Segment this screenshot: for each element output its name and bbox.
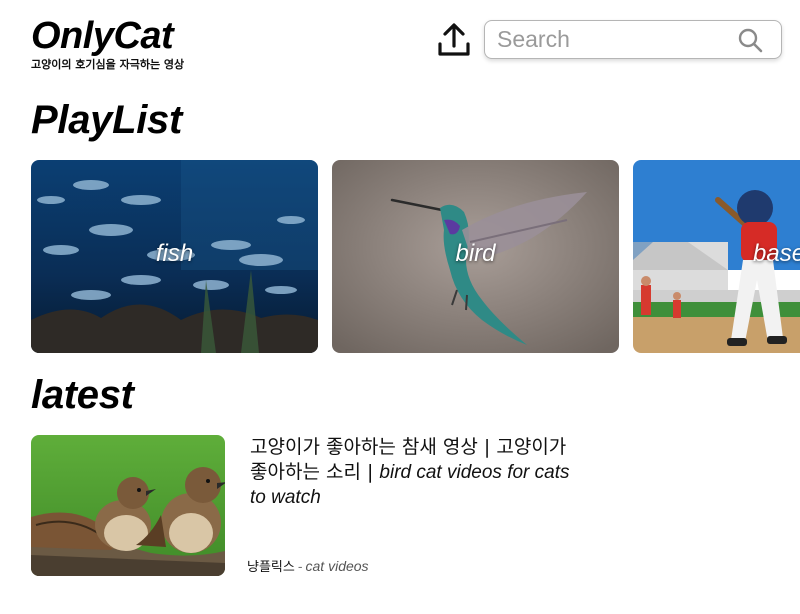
playlist-heading: PlayList <box>31 98 182 142</box>
search-bar <box>484 20 782 59</box>
upload-icon <box>438 23 470 56</box>
video-title[interactable]: 고양이가 좋아하는 참새 영상 | 고양이가 좋아하는 소리 | bird ca… <box>250 435 580 510</box>
channel-name[interactable]: 냥플릭스 <box>247 560 295 575</box>
logo-title[interactable]: OnlyCat <box>31 14 184 58</box>
video-thumbnail[interactable] <box>31 435 225 576</box>
playlist-card-baseball[interactable]: baseball <box>633 160 800 353</box>
video-meta: 냥플릭스 - cat videos <box>247 556 369 575</box>
video-category: cat videos <box>305 558 369 574</box>
logo[interactable]: OnlyCat 고양이의 호기심을 자극하는 영상 <box>31 14 184 72</box>
search-input[interactable] <box>497 21 727 57</box>
meta-separator: - <box>297 558 303 574</box>
playlist-card-label: baseball <box>753 240 800 267</box>
playlist-card-bird[interactable]: bird <box>332 160 619 353</box>
playlist-card-label: fish <box>155 240 194 267</box>
logo-tagline: 고양이의 호기심을 자극하는 영상 <box>31 58 185 71</box>
search-icon[interactable] <box>737 27 763 53</box>
playlist-card-label: bird <box>455 240 496 267</box>
sparrows-thumbnail <box>31 435 225 576</box>
latest-heading: latest <box>31 373 134 417</box>
playlist-card-fish[interactable]: fish <box>31 160 318 353</box>
upload-button[interactable] <box>437 22 471 58</box>
